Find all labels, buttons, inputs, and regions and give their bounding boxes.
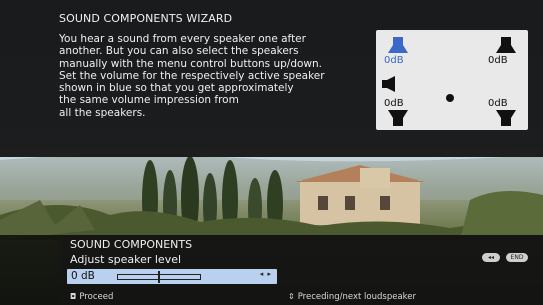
- level-slider-knob[interactable]: [158, 271, 160, 283]
- rear-left-level: 0dB: [384, 98, 404, 109]
- ok-icon: ◘: [70, 292, 77, 301]
- instruction-line: all the speakers.: [59, 106, 146, 119]
- rear-left-speaker-icon[interactable]: [388, 110, 408, 126]
- hint-proceed-label: Proceed: [79, 292, 114, 302]
- instruction-line: You hear a sound from every speaker one …: [59, 33, 306, 45]
- wizard-title: SOUND COMPONENTS WIZARD: [59, 12, 233, 25]
- front-right-speaker-icon[interactable]: [496, 37, 516, 53]
- listener-position-dot: [446, 94, 454, 102]
- panel-subtitle: Adjust speaker level: [70, 253, 182, 266]
- back-button[interactable]: ◂◂: [482, 253, 500, 262]
- rear-right-speaker-icon[interactable]: [496, 110, 516, 126]
- hint-proceed: ◘ Proceed: [70, 292, 113, 302]
- end-button[interactable]: END: [506, 253, 528, 262]
- instruction-line: shown in blue so that you get approximat…: [59, 82, 294, 95]
- hint-navigation: ⇕ Preceding/next loudspeaker: [288, 292, 416, 302]
- level-slider[interactable]: [117, 271, 201, 283]
- speaker-layout-diagram: 0dB 0dB 0dB 0dB: [376, 30, 528, 130]
- bottom-left-band: [0, 235, 60, 305]
- up-down-icon: ⇕: [288, 292, 295, 301]
- front-left-level: 0dB: [384, 55, 404, 66]
- instruction-line: Set the volume for the respectively acti…: [59, 69, 325, 82]
- rear-right-level: 0dB: [488, 98, 508, 109]
- instruction-line: another. But you can also select the spe…: [59, 45, 299, 58]
- instruction-line: manually with the menu control buttons u…: [59, 57, 323, 70]
- front-left-speaker-icon[interactable]: [388, 37, 408, 53]
- hint-navigation-label: Preceding/next loudspeaker: [297, 292, 417, 302]
- panel-title: SOUND COMPONENTS: [70, 238, 193, 251]
- instruction-line: the same volume impression from: [59, 94, 239, 107]
- wizard-instructions: You hear a sound from every speaker one …: [59, 33, 369, 119]
- level-value: 0 dB: [71, 270, 95, 282]
- side-speaker-icon[interactable]: [382, 76, 396, 92]
- speaker-level-row[interactable]: 0 dB ◂ ▸: [67, 269, 277, 284]
- left-right-arrows-icon: ◂ ▸: [259, 270, 272, 278]
- front-right-level: 0dB: [488, 55, 508, 66]
